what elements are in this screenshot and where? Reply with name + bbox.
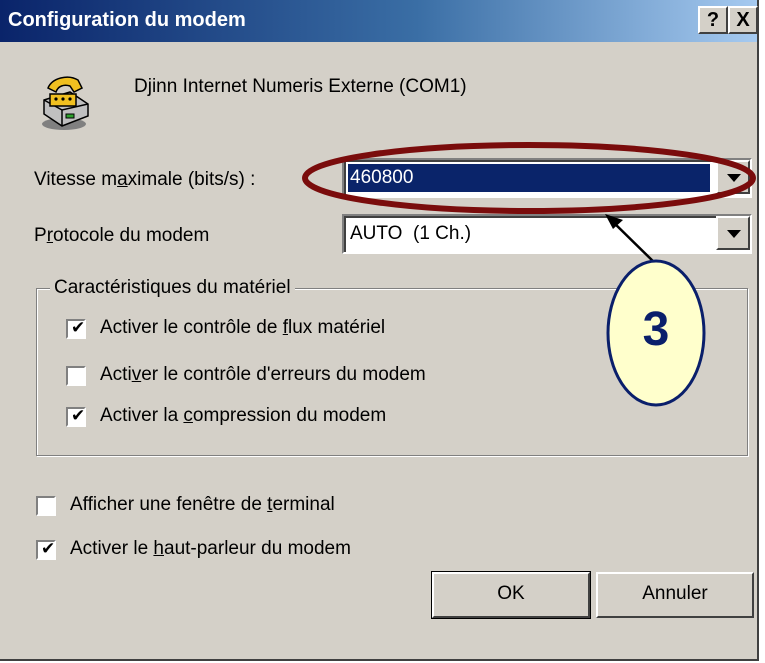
arrow-head bbox=[605, 214, 623, 229]
callout-number: 3 bbox=[642, 303, 670, 356]
highlight-ring bbox=[302, 142, 756, 214]
